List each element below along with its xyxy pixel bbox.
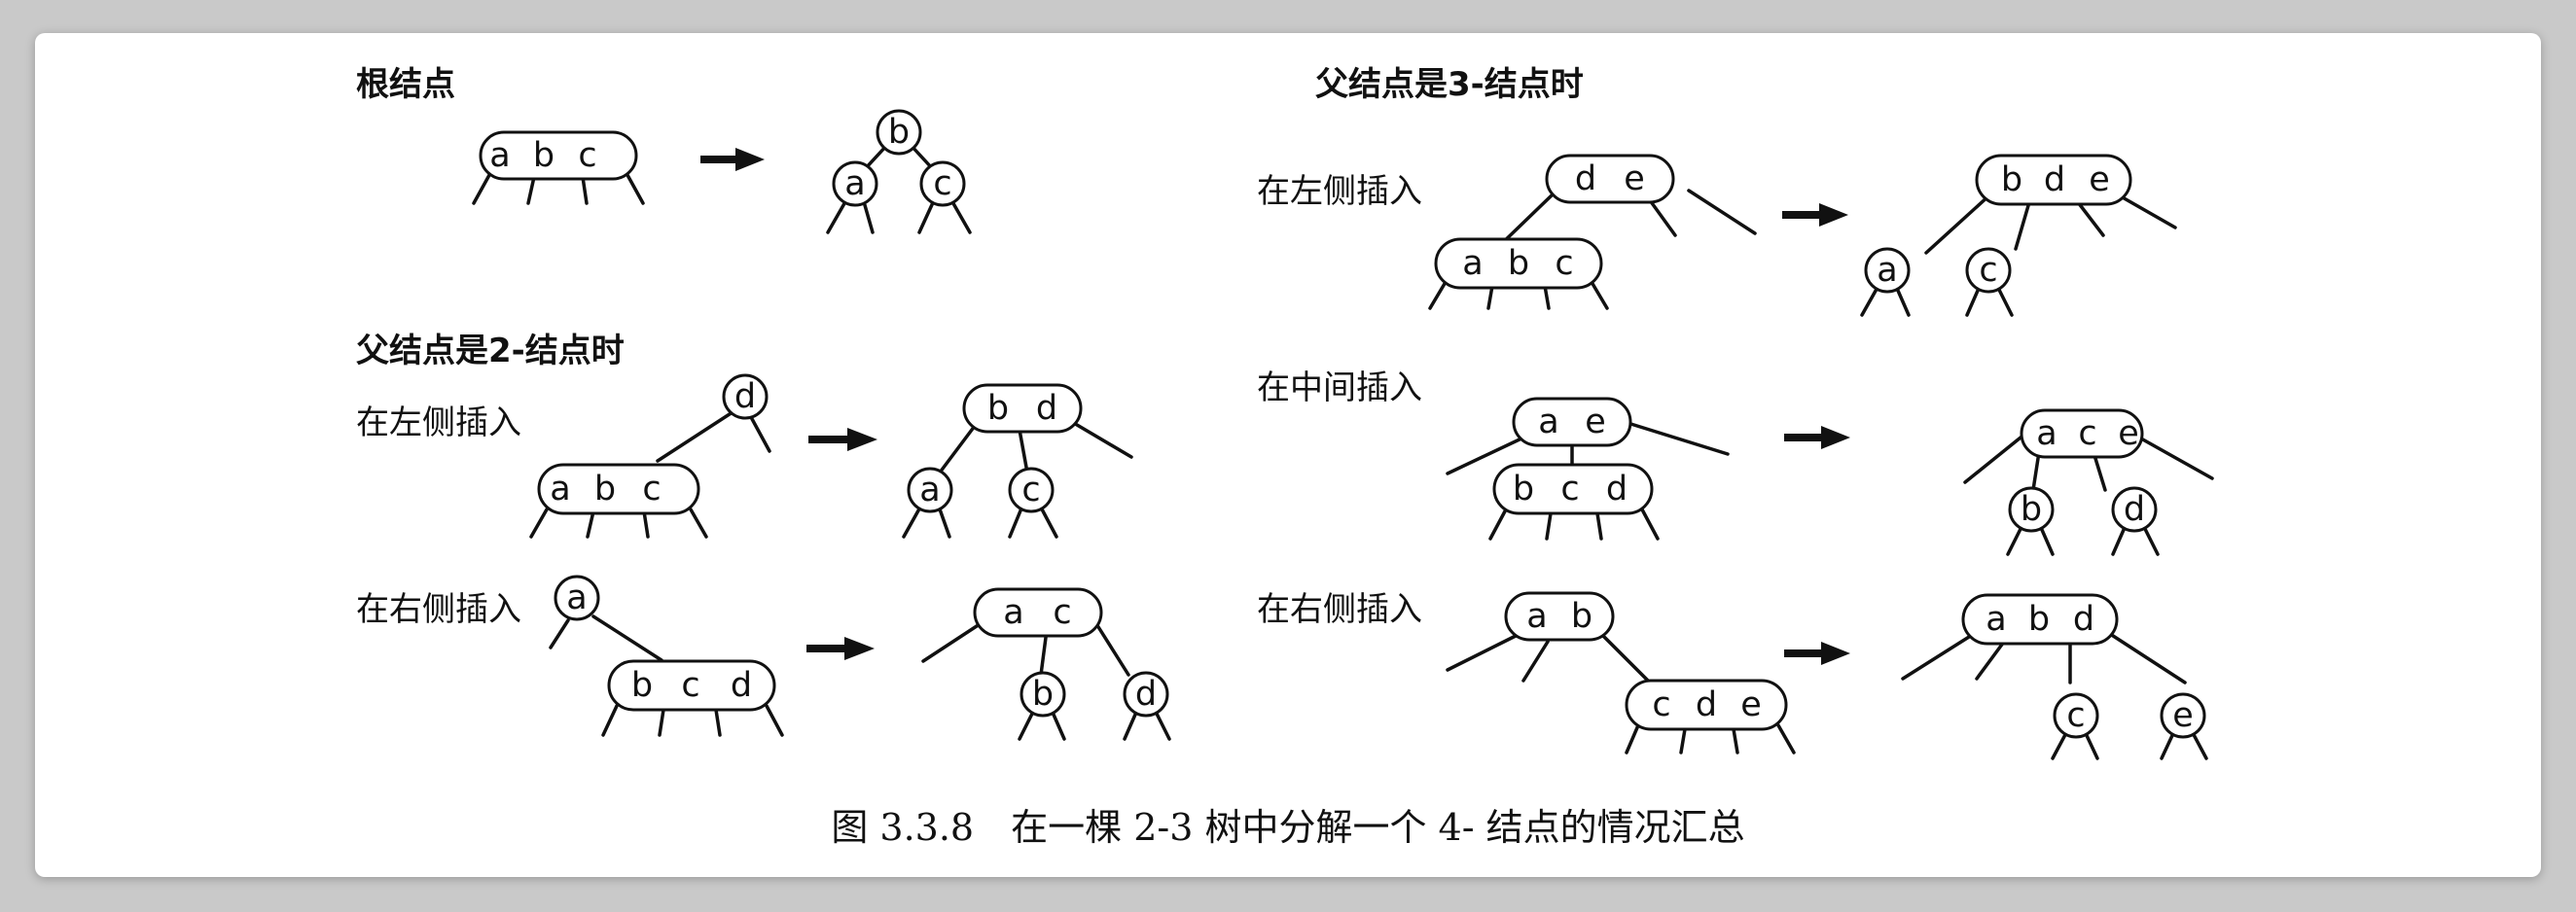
label-left-insert-3: 在左侧插入 bbox=[1257, 172, 1422, 211]
case-3-middle-after: a c e b d bbox=[1963, 408, 2214, 556]
key-e: e bbox=[1624, 159, 1645, 198]
key-a: a bbox=[566, 579, 587, 617]
key-a: a bbox=[1986, 600, 2006, 639]
key-b: b bbox=[987, 389, 1009, 428]
key-d: d bbox=[1575, 159, 1596, 198]
key-a: a bbox=[550, 470, 570, 509]
case-2-left-before: d a b c bbox=[529, 373, 771, 539]
case-3-left-after: b d e a c bbox=[1860, 154, 2177, 317]
arrow-3-middle bbox=[1784, 426, 1850, 449]
key-a: a bbox=[919, 471, 940, 509]
key-c: c bbox=[2066, 696, 2085, 735]
case-root-after: b a c bbox=[826, 109, 972, 234]
key-c: c bbox=[1652, 685, 1670, 724]
key-c: c bbox=[642, 470, 661, 509]
key-c: c bbox=[1021, 471, 1040, 509]
case-root-before: a b c bbox=[472, 130, 645, 205]
node-bd bbox=[962, 383, 1083, 434]
key-a: a bbox=[1526, 597, 1547, 636]
key-c: c bbox=[2078, 414, 2096, 453]
key-b: b bbox=[2001, 160, 2022, 199]
arrow-3-right bbox=[1784, 642, 1850, 665]
key-d: d bbox=[1696, 685, 1717, 724]
heading-parent-2-node: 父结点是2-结点时 bbox=[356, 332, 625, 370]
key-a: a bbox=[1462, 244, 1483, 283]
case-2-left-after: b d a c bbox=[902, 383, 1133, 539]
key-e: e bbox=[2172, 696, 2194, 735]
key-b: b bbox=[1508, 244, 1529, 283]
key-b: b bbox=[533, 136, 555, 175]
case-2-right-before: a b c d bbox=[549, 575, 784, 737]
key-d: d bbox=[2044, 160, 2065, 199]
key-d: d bbox=[1606, 470, 1628, 509]
arrow-3-left bbox=[1782, 203, 1848, 227]
key-d: d bbox=[734, 377, 756, 416]
key-c: c bbox=[1560, 470, 1579, 509]
key-b: b bbox=[1513, 470, 1534, 509]
key-c: c bbox=[1555, 244, 1573, 283]
key-e: e bbox=[2118, 414, 2139, 453]
key-a: a bbox=[2036, 414, 2057, 453]
key-e: e bbox=[1585, 403, 1606, 441]
key-d: d bbox=[2124, 490, 2145, 529]
key-a: a bbox=[1877, 251, 1897, 290]
key-c: c bbox=[933, 164, 951, 203]
case-3-middle-before: a e b c d bbox=[1446, 397, 1730, 541]
arrow-2-right bbox=[806, 637, 875, 660]
key-a: a bbox=[844, 164, 865, 203]
key-c: c bbox=[1053, 593, 1071, 632]
case-3-right-after: a b d c e bbox=[1901, 593, 2208, 760]
key-a: a bbox=[1003, 593, 1023, 632]
case-3-right-before: a b c d e bbox=[1446, 591, 1796, 754]
node-de bbox=[1545, 154, 1675, 204]
label-right-insert-2: 在右侧插入 bbox=[356, 590, 521, 629]
key-b: b bbox=[2021, 490, 2042, 529]
key-d: d bbox=[2073, 600, 2094, 639]
key-b: b bbox=[2028, 600, 2050, 639]
two-three-tree-diagram: 根结点 父结点是2-结点时 父结点是3-结点时 在左侧插入 在右侧插入 在左侧插… bbox=[356, 65, 2214, 849]
node-ae bbox=[1512, 397, 1632, 447]
key-c: c bbox=[681, 666, 699, 705]
key-d: d bbox=[1036, 389, 1057, 428]
key-a: a bbox=[1538, 403, 1558, 441]
case-2-right-after: a c b d bbox=[921, 587, 1171, 741]
heading-root: 根结点 bbox=[356, 65, 455, 104]
label-right-insert-3: 在右侧插入 bbox=[1257, 590, 1422, 629]
arrow-root bbox=[700, 148, 765, 171]
key-b: b bbox=[888, 113, 910, 152]
node-ac bbox=[973, 587, 1103, 638]
key-b: b bbox=[631, 666, 653, 705]
key-b: b bbox=[594, 470, 616, 509]
case-3-left-before: d e a b c bbox=[1428, 154, 1757, 310]
node-ab bbox=[1504, 591, 1615, 642]
key-d: d bbox=[1135, 675, 1157, 714]
key-b: b bbox=[1032, 675, 1054, 714]
figure-caption: 图 3.3.8 在一棵 2-3 树中分解一个 4- 结点的情况汇总 bbox=[831, 806, 1744, 849]
label-left-insert-2: 在左侧插入 bbox=[356, 403, 521, 442]
key-c: c bbox=[578, 136, 596, 175]
figure-card: 根结点 父结点是2-结点时 父结点是3-结点时 在左侧插入 在右侧插入 在左侧插… bbox=[35, 33, 2541, 877]
key-e: e bbox=[2089, 160, 2110, 199]
key-a: a bbox=[489, 136, 510, 175]
key-c: c bbox=[1979, 251, 1997, 290]
key-b: b bbox=[1571, 597, 1592, 636]
label-middle-insert-3: 在中间插入 bbox=[1257, 368, 1422, 407]
key-d: d bbox=[731, 666, 752, 705]
heading-parent-3-node: 父结点是3-结点时 bbox=[1315, 65, 1584, 104]
key-e: e bbox=[1740, 685, 1762, 724]
arrow-2-left bbox=[808, 428, 877, 451]
